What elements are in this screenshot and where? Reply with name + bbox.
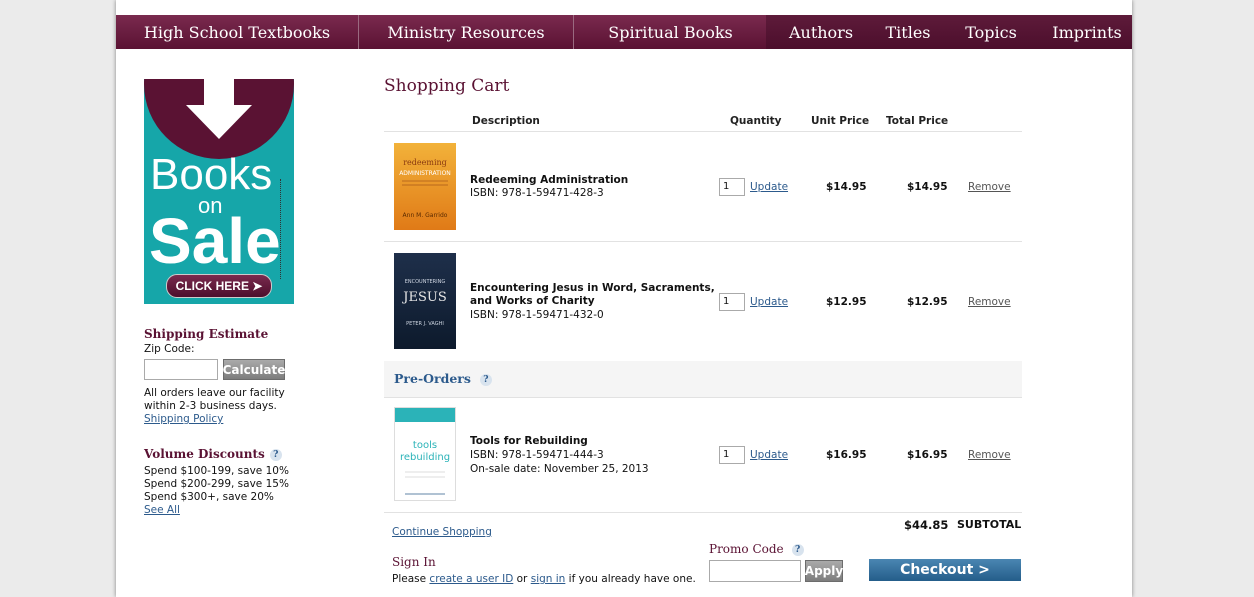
book-cover-art: tools rebuilding <box>395 408 455 495</box>
nav-imprints[interactable]: Imprints <box>1042 15 1132 49</box>
total-price: $16.95 <box>907 449 948 461</box>
shipping-note-line1: All orders leave our facility <box>144 387 285 399</box>
book-cover-tools-for-rebuilding[interactable]: tools rebuilding <box>394 407 456 501</box>
total-price: $12.95 <box>907 296 948 308</box>
total-price: $14.95 <box>907 181 948 193</box>
book-cover-redeeming-administration[interactable]: redeeming ADMINISTRATION Ann M. Garrido <box>394 143 456 230</box>
book-cover-art: ENCOUNTERING JESUS PETER J. VAGHI <box>401 279 446 327</box>
discount-tier-3: Spend $300+, save 20% <box>144 491 274 503</box>
zip-code-label: Zip Code: <box>144 343 195 355</box>
continue-shopping-link[interactable]: Continue Shopping <box>392 526 492 539</box>
book-cover-encountering-jesus[interactable]: ENCOUNTERING JESUS PETER J. VAGHI <box>394 253 456 349</box>
sign-in-text: Please create a user ID or sign in if yo… <box>392 573 696 586</box>
sign-in-title: Sign In <box>392 555 436 569</box>
download-arrow-icon <box>186 79 252 139</box>
nav-high-school-textbooks[interactable]: High School Textbooks <box>116 15 359 49</box>
checkout-button[interactable]: Checkout > <box>869 559 1021 581</box>
promo-code-title: Promo Code <box>709 542 784 556</box>
svg-text:PETER J. VAGHI: PETER J. VAGHI <box>406 321 444 327</box>
divider <box>384 131 1022 132</box>
item-title[interactable]: Redeeming Administration <box>470 174 628 187</box>
nav-topics[interactable]: Topics <box>940 15 1042 49</box>
volume-discounts-label: Volume Discounts <box>144 447 265 461</box>
calculate-button[interactable]: Calculate <box>223 359 285 380</box>
page-title: Shopping Cart <box>384 76 510 96</box>
nav-ministry-resources[interactable]: Ministry Resources <box>359 15 574 49</box>
sign-in-link[interactable]: sign in <box>531 573 566 585</box>
main-nav: High School Textbooks Ministry Resources… <box>116 15 1132 49</box>
svg-text:ENCOUNTERING: ENCOUNTERING <box>405 279 446 285</box>
item-isbn: ISBN: 978-1-59471-428-3 <box>470 187 604 199</box>
item-title[interactable]: Tools for Rebuilding <box>470 435 588 448</box>
nav-primary: High School Textbooks Ministry Resources… <box>116 15 766 49</box>
book-cover-art: redeeming ADMINISTRATION Ann M. Garrido <box>399 158 451 219</box>
column-header-description: Description <box>472 115 540 127</box>
remove-link[interactable]: Remove <box>968 449 1011 461</box>
quantity-input[interactable]: 1 <box>719 178 745 196</box>
nav-authors[interactable]: Authors <box>766 15 876 49</box>
discount-tier-1: Spend $100-199, save 10% <box>144 465 289 477</box>
item-onsale-date: On-sale date: November 25, 2013 <box>470 463 649 475</box>
svg-text:rebuilding: rebuilding <box>400 452 450 463</box>
banner-sale-text: Sale <box>149 205 281 277</box>
promo-code-heading: Promo Code? <box>709 542 804 556</box>
help-icon[interactable]: ? <box>479 373 492 386</box>
shipping-estimate-title: Shipping Estimate <box>144 327 269 341</box>
sign-in-or: or <box>513 573 531 585</box>
svg-text:Ann M. Garrido: Ann M. Garrido <box>403 212 448 219</box>
unit-price: $16.95 <box>826 449 867 461</box>
banner-dotted-line <box>276 179 281 279</box>
update-link[interactable]: Update <box>750 181 788 193</box>
preorders-label: Pre-Orders <box>394 371 471 386</box>
svg-text:ADMINISTRATION: ADMINISTRATION <box>399 170 451 177</box>
see-all-link[interactable]: See All <box>144 504 180 517</box>
promo-code-input[interactable] <box>709 560 801 582</box>
item-isbn: ISBN: 978-1-59471-444-3 <box>470 449 604 461</box>
shipping-note-line2: within 2-3 business days. <box>144 400 277 412</box>
apply-button[interactable]: Apply <box>805 560 843 582</box>
help-icon[interactable]: ? <box>791 543 804 556</box>
divider <box>384 512 1022 513</box>
banner-click-here-button[interactable]: CLICK HERE ➤ <box>166 274 272 298</box>
sign-in-pre: Please <box>392 573 430 585</box>
update-link[interactable]: Update <box>750 296 788 308</box>
nav-secondary: Authors Titles Topics Imprints <box>766 15 1132 49</box>
banner-books-text: Books <box>150 150 273 199</box>
volume-discounts-title: Volume Discounts? <box>144 447 282 461</box>
column-header-total-price: Total Price <box>886 115 949 127</box>
subtotal-label: SUBTOTAL <box>957 518 1022 531</box>
zip-code-input[interactable] <box>144 359 218 380</box>
discount-tier-2: Spend $200-299, save 15% <box>144 478 289 490</box>
svg-text:redeeming: redeeming <box>403 158 447 167</box>
unit-price: $12.95 <box>826 296 867 308</box>
preorders-heading: Pre-Orders? <box>394 371 492 386</box>
unit-price: $14.95 <box>826 181 867 193</box>
svg-text:tools: tools <box>413 440 437 451</box>
quantity-input[interactable]: 1 <box>719 446 745 464</box>
subtotal-value: $44.85 <box>904 518 949 532</box>
divider <box>384 241 1022 242</box>
help-icon[interactable]: ? <box>269 448 282 461</box>
page-container: High School Textbooks Ministry Resources… <box>116 0 1132 597</box>
nav-titles[interactable]: Titles <box>876 15 940 49</box>
remove-link[interactable]: Remove <box>968 296 1011 308</box>
svg-text:JESUS: JESUS <box>401 290 446 305</box>
divider <box>384 397 1022 398</box>
books-on-sale-banner[interactable]: Books on Sale CLICK HERE ➤ <box>144 79 294 304</box>
update-link[interactable]: Update <box>750 449 788 461</box>
item-isbn: ISBN: 978-1-59471-432-0 <box>470 309 604 321</box>
create-user-id-link[interactable]: create a user ID <box>429 573 513 585</box>
shipping-policy-link[interactable]: Shipping Policy <box>144 413 223 426</box>
sign-in-post: if you already have one. <box>565 573 696 585</box>
nav-spiritual-books[interactable]: Spiritual Books <box>574 15 767 49</box>
item-title-line2[interactable]: and Works of Charity <box>470 295 595 308</box>
quantity-input[interactable]: 1 <box>719 293 745 311</box>
column-header-quantity: Quantity <box>730 115 782 127</box>
item-title-line1[interactable]: Encountering Jesus in Word, Sacraments, <box>470 282 715 295</box>
column-header-unit-price: Unit Price <box>811 115 870 127</box>
remove-link[interactable]: Remove <box>968 181 1011 193</box>
